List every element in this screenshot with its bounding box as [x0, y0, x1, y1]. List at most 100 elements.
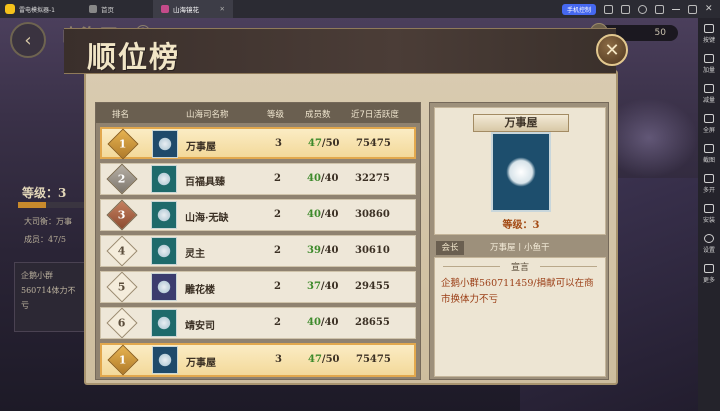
- rank-badge: 1: [107, 128, 139, 160]
- home-icon: [89, 5, 97, 13]
- guild-info-panel: 等级：3 大司衡：万事 成员：47/5 企鹅小群560714体力不亏: [0, 178, 90, 378]
- leader-label: 会长: [436, 241, 464, 255]
- table-row[interactable]: 2 百福具臻 2 40/40 32275: [100, 163, 416, 195]
- sidebar-item-multi[interactable]: 多开: [698, 174, 720, 204]
- account-icon[interactable]: [638, 4, 647, 14]
- sidebar-item-volume-down[interactable]: 减量: [698, 84, 720, 114]
- back-button[interactable]: ‹: [10, 22, 46, 58]
- phone-control-button[interactable]: 手机控制: [561, 3, 596, 15]
- multi-instance-icon: [704, 174, 714, 183]
- more-icon: [704, 264, 714, 273]
- col-members: 成员数: [305, 110, 331, 120]
- rank-badge: 4: [106, 235, 138, 267]
- sidebar-item-screenshot[interactable]: 截图: [698, 144, 720, 174]
- emulator-logo-icon: [5, 4, 15, 14]
- guild-activity: 75475: [356, 354, 391, 365]
- volume-down-icon: [704, 84, 714, 93]
- guild-level: 2: [274, 281, 281, 292]
- guild-name: 万事屋: [186, 358, 216, 369]
- sidebar-item-install[interactable]: 安装: [698, 204, 720, 234]
- gear-icon: [704, 234, 714, 243]
- guild-activity: 28655: [355, 317, 390, 328]
- close-tab-icon[interactable]: ✕: [220, 5, 225, 13]
- detail-guild-level: 等级：3: [502, 220, 540, 231]
- guild-members: 39/40: [307, 245, 339, 256]
- guild-members-line: 成员：47/5: [24, 235, 66, 244]
- close-dialog-button[interactable]: ✕: [596, 34, 628, 66]
- detail-leader-row: 会长 万事屋丨小鱼干: [434, 241, 606, 255]
- guild-flag-icon: [152, 346, 178, 374]
- apk-install-icon: [704, 204, 714, 213]
- tab-home[interactable]: 首页: [81, 0, 153, 18]
- table-header: 排名 山海司名称 等级 成员数 近7日活跃度: [96, 103, 420, 123]
- guild-flag-icon: [152, 130, 178, 158]
- rank-badge: 3: [106, 199, 138, 231]
- guild-flag-icon: [151, 237, 177, 265]
- own-guild-row[interactable]: 1 万事屋 3 47/50 75475: [100, 343, 416, 377]
- close-icon: ✕: [604, 39, 620, 61]
- scissors-icon: [704, 144, 714, 153]
- col-level: 等级: [267, 110, 285, 120]
- game-app-icon: [161, 5, 169, 13]
- guild-name: 雕花楼: [185, 285, 215, 296]
- guild-members: 40/40: [307, 209, 339, 220]
- emulator-sidebar: 按键 加量 减量 全屏 截图 多开 安装 设置 更多: [698, 18, 720, 411]
- guild-level: 2: [274, 209, 281, 220]
- emulator-titlebar: 雷电模拟器-1 首页 山海镜花 ✕ 手机控制 ✕: [0, 0, 720, 18]
- leader-value: 万事屋丨小鱼干: [490, 243, 550, 253]
- currency-value: 50: [654, 28, 666, 38]
- close-window-icon[interactable]: ✕: [705, 4, 714, 14]
- table-row[interactable]: 3 山海·无缺 2 40/40 30860: [100, 199, 416, 231]
- guild-name: 灵主: [185, 249, 205, 260]
- table-row[interactable]: 5 雕花楼 2 37/40 29455: [100, 271, 416, 303]
- minimize-icon[interactable]: [672, 8, 680, 10]
- guild-detail-panel: 万事屋 等级：3 会长 万事屋丨小鱼干 宣言 企鹅小群560711459/捐献可…: [429, 102, 609, 380]
- tab-home-label: 首页: [101, 6, 114, 14]
- detail-guild-flag-icon: [491, 132, 551, 212]
- tab-game-label: 山海镜花: [173, 6, 199, 14]
- keyboard-icon: [704, 24, 714, 33]
- guild-members: 40/40: [307, 317, 339, 328]
- sidebar-item-volume-up[interactable]: 加量: [698, 54, 720, 84]
- guild-flag-icon: [151, 273, 177, 301]
- guild-activity: 30610: [355, 245, 390, 256]
- table-row[interactable]: 6 靖安司 2 40/40 28655: [100, 307, 416, 339]
- rank-badge: 2: [106, 163, 138, 195]
- table-row[interactable]: 4 灵主 2 39/40 30610: [100, 235, 416, 267]
- app-name: 雷电模拟器-1: [19, 6, 55, 14]
- guild-exp-bar-fill: [18, 202, 46, 208]
- rank-badge: 1: [107, 344, 139, 376]
- maximize-icon[interactable]: [688, 4, 697, 14]
- guild-name: 百福具臻: [185, 177, 225, 188]
- guild-members: 47/50: [308, 138, 340, 149]
- mail-icon[interactable]: [621, 4, 630, 14]
- detail-guild-name: 万事屋: [473, 114, 569, 132]
- guild-level: 2: [274, 245, 281, 256]
- guild-activity: 29455: [355, 281, 390, 292]
- guild-level-label: 等级：3: [22, 186, 67, 200]
- table-row[interactable]: 1 万事屋 3 47/50 75475: [100, 127, 416, 160]
- sidebar-item-fullscreen[interactable]: 全屏: [698, 114, 720, 144]
- volume-up-icon: [704, 54, 714, 63]
- back-arrow-icon: ‹: [24, 29, 32, 51]
- guild-level: 3: [275, 354, 282, 365]
- sidebar-item-more[interactable]: 更多: [698, 264, 720, 294]
- sidebar-item-keymap[interactable]: 按键: [698, 24, 720, 54]
- tab-game[interactable]: 山海镜花 ✕: [153, 0, 233, 18]
- guild-members: 47/50: [308, 354, 340, 365]
- guild-name: 山海·无缺: [185, 213, 229, 224]
- guild-name: 靖安司: [185, 321, 215, 332]
- guild-name: 万事屋: [186, 142, 216, 153]
- declaration-box: 宣言 企鹅小群560711459/捐献可以在商市换体力不亏: [434, 257, 606, 377]
- guild-flag-icon: [151, 309, 177, 337]
- menu-icon[interactable]: [655, 4, 664, 14]
- guild-flag-icon: [151, 165, 177, 193]
- guild-activity: 75475: [356, 138, 391, 149]
- sidebar-item-settings[interactable]: 设置: [698, 234, 720, 264]
- rank-badge: 5: [106, 271, 138, 303]
- rank-badge: 6: [106, 307, 138, 339]
- guild-exp-bar: [18, 202, 88, 208]
- col-active: 近7日活跃度: [351, 110, 399, 120]
- guild-activity: 32275: [355, 173, 390, 184]
- gamepad-icon[interactable]: [604, 4, 613, 14]
